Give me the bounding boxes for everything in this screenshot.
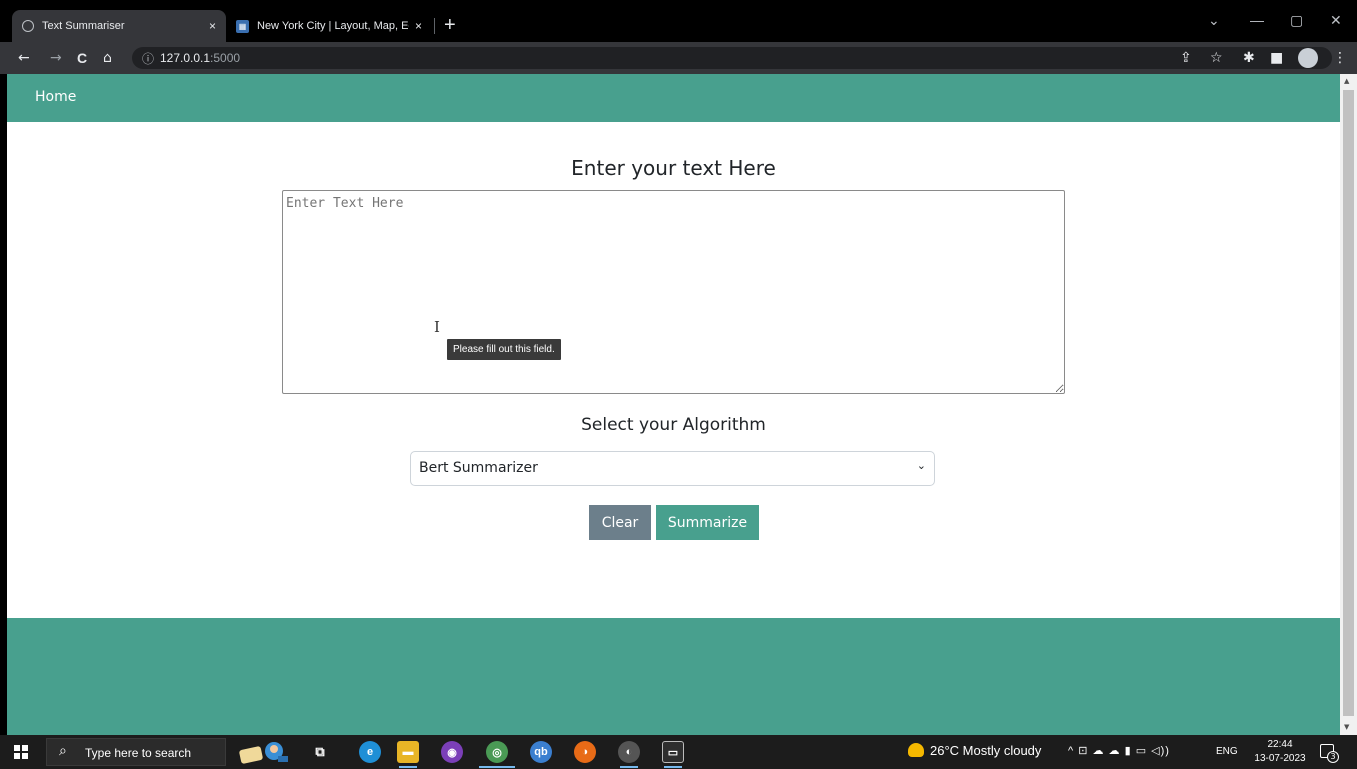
top-navbar: Home xyxy=(7,74,1340,122)
notification-count-badge: 3 xyxy=(1327,751,1339,763)
page-heading: Enter your text Here xyxy=(571,156,776,180)
firefox-icon[interactable]: ◑ xyxy=(574,741,596,763)
weather-widget[interactable]: 26°C Mostly cloudy xyxy=(908,743,1041,758)
system-tray-icons[interactable]: ^ ⊡ ☁ ☁ ▮ ▭ ◁)) xyxy=(1068,744,1170,757)
clear-button[interactable]: Clear xyxy=(589,505,651,540)
address-bar[interactable]: ⓘ 127.0.0.1:5000 xyxy=(132,47,1332,69)
chrome-profile-icon[interactable]: ◐ xyxy=(618,741,640,763)
clock-time: 22:44 xyxy=(1267,739,1293,750)
chevron-down-icon: ⌄ xyxy=(916,459,926,472)
url-host: 127.0.0.1 xyxy=(160,51,211,65)
page-scrollbar[interactable]: ▲ ▼ xyxy=(1340,74,1357,735)
qbittorrent-icon[interactable]: qb xyxy=(530,741,552,763)
clock-date: 13-07-2023 xyxy=(1254,753,1306,764)
scroll-up-arrow-icon[interactable]: ▲ xyxy=(1344,77,1349,85)
tor-browser-icon[interactable]: ◉ xyxy=(441,741,463,763)
profile-avatar[interactable] xyxy=(1298,48,1318,68)
tab-title: New York City | Layout, Map, Eco xyxy=(257,20,409,32)
page-footer xyxy=(7,618,1340,735)
edge-icon[interactable]: e xyxy=(359,741,381,763)
algorithm-selected-value: Bert Summarizer xyxy=(419,460,538,476)
language-indicator[interactable]: ENG xyxy=(1216,746,1238,757)
search-icon: ⌕ xyxy=(59,743,67,759)
bookmark-star-icon[interactable]: ☆ xyxy=(1210,48,1223,68)
taskbar-clock[interactable]: 22:44 13-07-2023 xyxy=(1250,738,1310,766)
url-text: 127.0.0.1:5000 xyxy=(160,51,240,65)
forward-button[interactable]: → xyxy=(50,48,62,68)
partly-cloudy-icon xyxy=(908,743,924,757)
chrome-active-indicator xyxy=(479,766,515,768)
nyc-favicon-icon: ▦ xyxy=(236,19,249,33)
chrome-profile-running-indicator xyxy=(620,766,638,768)
page-viewport: Home Enter your text Here I Please fill … xyxy=(7,74,1340,735)
url-port: :5000 xyxy=(210,51,241,65)
terminal-running-indicator xyxy=(664,766,682,768)
reload-button[interactable]: C xyxy=(77,48,87,68)
text-input-area[interactable] xyxy=(282,190,1065,394)
globe-icon xyxy=(22,20,34,32)
chrome-icon[interactable]: ◎ xyxy=(486,741,508,763)
algorithm-heading: Select your Algorithm xyxy=(581,415,766,435)
browser-menu-icon[interactable]: ⋮ xyxy=(1333,48,1347,68)
summarize-button[interactable]: Summarize xyxy=(656,505,759,540)
windows-taskbar: ⌕ Type here to search ⧉ e ▬ ◉ ◎ qb ◑ ◐ ▭… xyxy=(0,735,1357,769)
task-view-icon[interactable]: ⧉ xyxy=(309,741,331,763)
algorithm-select[interactable]: Bert Summarizer ⌄ xyxy=(410,451,935,486)
validation-tooltip: Please fill out this field. xyxy=(447,339,561,360)
nav-home-link[interactable]: Home xyxy=(35,89,76,105)
maximize-button[interactable]: ▢ xyxy=(1290,12,1303,29)
search-placeholder: Type here to search xyxy=(85,746,192,760)
tab-text-summariser[interactable]: Text Summariser × xyxy=(12,10,226,42)
file-explorer-icon[interactable]: ▬ xyxy=(397,741,419,763)
windows-start-icon[interactable] xyxy=(14,745,28,759)
tab-search-chevron-icon[interactable]: ⌄ xyxy=(1208,12,1220,29)
new-tab-button[interactable]: + xyxy=(444,14,456,36)
tab-title: Text Summariser xyxy=(42,20,125,32)
browser-tab-strip: Text Summariser × ▦ New York City | Layo… xyxy=(0,0,1357,42)
tab-divider xyxy=(434,18,435,34)
file-explorer-running-indicator xyxy=(399,766,417,768)
minimize-button[interactable]: — xyxy=(1250,12,1264,28)
back-button[interactable]: ← xyxy=(18,48,30,68)
taskbar-search-box[interactable]: ⌕ Type here to search xyxy=(46,738,226,766)
side-panel-icon[interactable]: ■ xyxy=(1270,48,1283,68)
tab-close-icon[interactable]: × xyxy=(415,19,422,33)
home-button[interactable]: ⌂ xyxy=(103,48,112,68)
search-highlight-illustration-icon[interactable] xyxy=(234,738,294,766)
scroll-down-arrow-icon[interactable]: ▼ xyxy=(1344,723,1349,731)
terminal-icon[interactable]: ▭ xyxy=(662,741,684,763)
tab-new-york-city[interactable]: ▦ New York City | Layout, Map, Eco × xyxy=(226,10,432,42)
extensions-icon[interactable]: ✱ xyxy=(1243,48,1255,68)
share-icon[interactable]: ⇪ xyxy=(1180,48,1192,68)
close-window-button[interactable]: ✕ xyxy=(1330,12,1342,29)
site-info-icon[interactable]: ⓘ xyxy=(142,50,154,67)
notification-center-icon[interactable]: 3 xyxy=(1320,744,1339,763)
text-cursor-icon: I xyxy=(434,318,440,336)
weather-text: 26°C Mostly cloudy xyxy=(930,743,1042,758)
browser-toolbar: ← → C ⌂ ⓘ 127.0.0.1:5000 ⇪ ☆ ✱ ■ ⋮ xyxy=(0,42,1357,74)
tab-close-icon[interactable]: × xyxy=(209,19,216,33)
scrollbar-thumb[interactable] xyxy=(1343,90,1354,716)
